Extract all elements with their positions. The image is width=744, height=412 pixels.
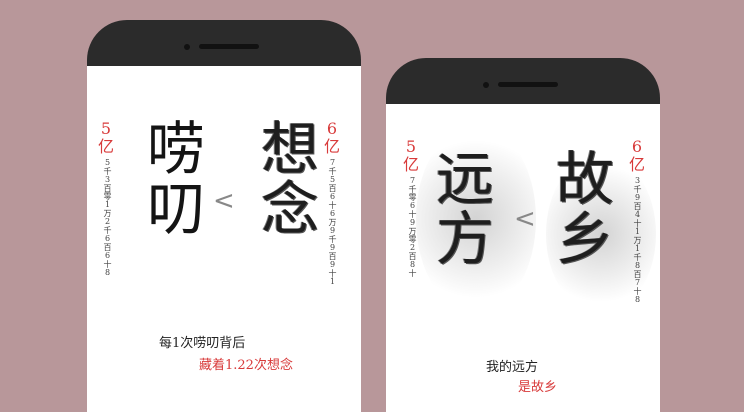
phone-right-screen: 5亿 7千零6十9万零2百8十 远方 < 故乡 6亿 3千9百4十1万1千8百7… — [386, 104, 660, 412]
less-than-sign: < — [213, 186, 235, 216]
caption-right-line2: 是故乡 — [518, 380, 558, 395]
phone-right-camera — [483, 82, 489, 88]
label-5yi-right: 5亿 — [402, 137, 419, 174]
digits-left-a: 5千3百零1万2千6百6十8 — [103, 158, 112, 277]
phone-right-speaker — [498, 82, 558, 87]
label-6yi-right: 6亿 — [628, 137, 645, 174]
digits-right-b: 3千9百4十1万1千8百7十8 — [633, 176, 642, 304]
chars-xiangnian: 想念 — [251, 118, 319, 238]
chars-laodao: 唠叨 — [137, 118, 205, 238]
phone-right: 5亿 7千零6十9万零2百8十 远方 < 故乡 6亿 3千9百4十1万1千8百7… — [386, 58, 660, 412]
phone-left-screen: 5亿 5千3百零1万2千6百6十8 唠叨 < 想念 6亿 7千5百6十6万9千9… — [87, 66, 361, 412]
digits-right-a: 7千零6十9万零2百8十 — [408, 176, 417, 277]
phone-left-camera — [184, 44, 190, 50]
digits-left-b: 7千5百6十6万9千9百9十1 — [328, 158, 337, 286]
chars-yuanfang: 远方 — [426, 148, 494, 268]
chars-guxiang: 故乡 — [546, 148, 614, 268]
label-6yi-left: 6亿 — [323, 119, 340, 156]
caption-right-line1: 我的远方 — [486, 360, 539, 375]
phone-left-speaker — [199, 44, 259, 49]
label-5yi-left: 5亿 — [97, 119, 114, 156]
caption-left-line2: 藏着1.22次想念 — [199, 358, 293, 373]
caption-left-line1: 每1次唠叨背后 — [159, 336, 246, 351]
less-than-sign: < — [514, 204, 536, 234]
phone-left: 5亿 5千3百零1万2千6百6十8 唠叨 < 想念 6亿 7千5百6十6万9千9… — [87, 20, 361, 412]
